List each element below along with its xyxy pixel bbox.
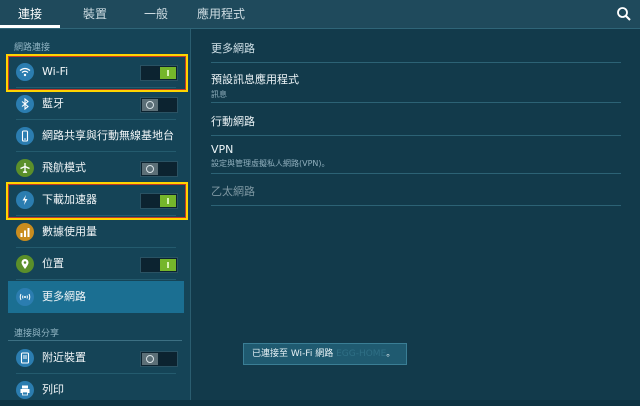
section-divider bbox=[8, 340, 182, 341]
page-title-text: 更多網路 bbox=[211, 42, 255, 55]
row-divider bbox=[211, 62, 621, 63]
row-title: VPN bbox=[211, 143, 234, 156]
print-icon bbox=[16, 381, 34, 399]
toast-suffix: 。 bbox=[386, 349, 396, 359]
airplane-icon bbox=[16, 159, 34, 177]
bluetooth-toggle[interactable] bbox=[140, 97, 178, 113]
data-usage-icon bbox=[16, 223, 34, 241]
row-divider bbox=[211, 135, 621, 136]
sidebar-item-more-networks[interactable]: 更多網路 bbox=[8, 281, 184, 313]
toast-ssid: EGG-HOME bbox=[336, 349, 387, 359]
connection-toast: 已連接至 Wi-Fi 網路 EGG-HOME。 bbox=[243, 343, 407, 365]
nearby-devices-icon bbox=[16, 349, 34, 367]
sidebar-item-label: 飛航模式 bbox=[42, 161, 86, 174]
section-label-share: 連接與分享 bbox=[14, 329, 60, 339]
sidebar-item-location[interactable]: 位置 bbox=[8, 248, 184, 280]
detail-pane: 更多網路 預設訊息應用程式 訊息 行動網路 VPN 設定與管理虛擬私人網路(VP… bbox=[191, 29, 640, 400]
tethering-icon bbox=[16, 127, 34, 145]
sidebar-item-label: 網路共享與行動無線基地台 bbox=[42, 129, 174, 142]
sidebar-item-label: 附近裝置 bbox=[42, 351, 86, 364]
toggle-knob bbox=[142, 353, 158, 365]
sidebar-item-label: 更多網路 bbox=[42, 290, 86, 303]
sidebar-item-bluetooth[interactable]: 藍牙 bbox=[8, 88, 184, 120]
tab-connections[interactable]: 連接 bbox=[0, 0, 60, 28]
row-divider bbox=[211, 173, 621, 174]
bluetooth-icon bbox=[16, 95, 34, 113]
setting-row-vpn[interactable]: VPN 設定與管理虛擬私人網路(VPN)。 bbox=[211, 143, 621, 169]
search-icon[interactable] bbox=[616, 6, 632, 22]
toggle-knob bbox=[142, 163, 158, 175]
sidebar-item-data-usage[interactable]: 數據使用量 bbox=[8, 216, 184, 248]
sidebar-item-airplane-mode[interactable]: 飛航模式 bbox=[8, 152, 184, 184]
tab-general[interactable]: 一般 bbox=[128, 0, 184, 28]
location-toggle[interactable] bbox=[140, 257, 178, 273]
row-subtitle: 設定與管理虛擬私人網路(VPN)。 bbox=[211, 159, 330, 168]
tab-apps[interactable]: 應用程式 bbox=[188, 0, 254, 28]
more-networks-icon bbox=[16, 288, 34, 306]
row-divider bbox=[211, 102, 621, 103]
setting-row-default-messaging-app[interactable]: 預設訊息應用程式 訊息 bbox=[211, 71, 621, 100]
toast-text: 已連接至 Wi-Fi 網路 bbox=[252, 349, 334, 359]
section-label-network: 網路連接 bbox=[14, 43, 51, 53]
setting-row-mobile-networks[interactable]: 行動網路 bbox=[211, 113, 621, 129]
sidebar-item-label: 列印 bbox=[42, 383, 64, 396]
sidebar-item-nearby-devices[interactable]: 附近裝置 bbox=[8, 342, 184, 374]
top-tab-bar: 連接 裝置 一般 應用程式 bbox=[0, 0, 640, 29]
page-title: 更多網路 bbox=[211, 40, 621, 56]
row-subtitle: 訊息 bbox=[211, 90, 227, 99]
highlight-box-wifi bbox=[6, 54, 188, 92]
nearby-devices-toggle[interactable] bbox=[140, 351, 178, 367]
sidebar-item-label: 藍牙 bbox=[42, 97, 64, 110]
row-divider bbox=[211, 205, 621, 206]
sidebar-item-tethering[interactable]: 網路共享與行動無線基地台 bbox=[8, 120, 184, 152]
toggle-knob bbox=[142, 99, 158, 111]
setting-row-ethernet: 乙太網路 bbox=[211, 183, 621, 199]
tab-device[interactable]: 裝置 bbox=[64, 0, 126, 28]
row-title: 預設訊息應用程式 bbox=[211, 73, 299, 86]
active-tab-indicator bbox=[0, 25, 60, 28]
settings-sidebar: 網路連接 Wi-Fi 藍牙 網路共享與行動無線基地台 飛航模式 下載加速器 數據… bbox=[0, 29, 190, 400]
sidebar-item-label: 數據使用量 bbox=[42, 225, 97, 238]
highlight-box-download-booster bbox=[6, 182, 188, 220]
location-icon bbox=[16, 255, 34, 273]
sidebar-item-print[interactable]: 列印 bbox=[8, 374, 184, 406]
row-title: 乙太網路 bbox=[211, 185, 255, 198]
sidebar-item-label: 位置 bbox=[42, 257, 64, 270]
row-title: 行動網路 bbox=[211, 115, 255, 128]
airplane-mode-toggle[interactable] bbox=[140, 161, 178, 177]
toggle-knob bbox=[160, 259, 176, 271]
